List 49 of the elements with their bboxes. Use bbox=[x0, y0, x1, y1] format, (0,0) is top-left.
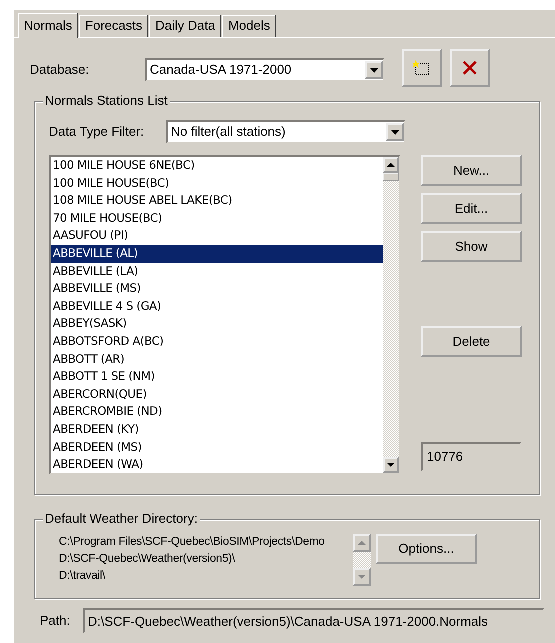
list-item[interactable]: ABBEVILLE (MS) bbox=[51, 280, 383, 298]
list-item[interactable]: 70 MILE HOUSE(BC) bbox=[51, 210, 383, 228]
list-item[interactable]: 100 MILE HOUSE(BC) bbox=[51, 174, 383, 192]
filter-dropdown[interactable]: No filter(all stations) bbox=[166, 120, 406, 144]
action-button[interactable]: Show bbox=[421, 231, 522, 262]
list-item[interactable]: ABERCORN(QUE) bbox=[51, 386, 383, 404]
list-item[interactable]: AASUFOU (PI) bbox=[51, 227, 383, 245]
directory-path[interactable]: D:\SCF-Quebec\Weather(version5)\ bbox=[49, 551, 236, 568]
list-item[interactable]: ABERCROMBIE (ND) bbox=[51, 403, 383, 421]
list-item[interactable]: ABERDEEN (KY) bbox=[51, 420, 383, 438]
new-database-button[interactable] bbox=[402, 49, 442, 87]
list-item[interactable]: ABBEVILLE (AL) bbox=[51, 244, 383, 263]
list-item[interactable]: ABBEY(SASK) bbox=[51, 315, 383, 333]
tab[interactable]: Normals bbox=[18, 13, 78, 38]
delete-database-button[interactable] bbox=[450, 49, 490, 87]
action-button[interactable]: Delete bbox=[421, 326, 522, 357]
path-field: D:\SCF-Quebec\Weather(version5)\Canada-USA 1971-2000.Normals bbox=[83, 608, 545, 634]
count-field: 10776 bbox=[421, 442, 522, 472]
list-item[interactable]: ABBOTT 1 SE (NM) bbox=[51, 368, 383, 386]
group-title: Default Weather Directory: bbox=[43, 511, 200, 527]
filter-label: Data Type Filter: bbox=[49, 123, 146, 142]
tab[interactable]: Forecasts bbox=[79, 15, 148, 37]
close-icon bbox=[462, 60, 478, 76]
directory-path[interactable]: C:\Program Files\SCF-Quebec\BioSIM\Projects\Demo bbox=[49, 534, 325, 551]
caret-icon bbox=[386, 123, 404, 141]
directory-path[interactable]: D:\travail\ bbox=[49, 568, 106, 585]
database-dropdown[interactable]: Canada-USA 1971-2000 bbox=[145, 58, 385, 82]
scroll-down-icon[interactable] bbox=[383, 457, 399, 473]
caret-icon bbox=[365, 61, 383, 79]
stations-list[interactable] bbox=[49, 155, 401, 475]
action-button[interactable]: New... bbox=[421, 155, 522, 186]
list-item[interactable]: ABBOTT (AR) bbox=[51, 350, 383, 368]
new-folder-icon bbox=[413, 60, 431, 76]
options-button[interactable]: Options... bbox=[376, 534, 477, 564]
list-item[interactable]: ABERDEEN (MS) bbox=[51, 438, 383, 456]
scroll-up-icon[interactable] bbox=[383, 157, 399, 173]
list-item[interactable]: 100 MILE HOUSE 6NE(BC) bbox=[51, 157, 383, 175]
list-item[interactable]: ABBOTSFORD A(BC) bbox=[51, 332, 383, 351]
list-item[interactable]: ABBEVILLE (LA) bbox=[51, 262, 383, 280]
database-label: Database: bbox=[30, 61, 90, 80]
tab[interactable]: Models bbox=[222, 15, 276, 37]
list-item[interactable]: 108 MILE HOUSE ABEL LAKE(BC) bbox=[51, 192, 383, 210]
scrollbar-thumb[interactable] bbox=[383, 173, 399, 181]
action-button[interactable]: Edit... bbox=[421, 193, 522, 224]
list-item[interactable]: ABERDEEN (WA) bbox=[51, 456, 383, 473]
list-item[interactable]: ABBEVILLE 4 S (GA) bbox=[51, 298, 383, 316]
scrollbar-track[interactable] bbox=[353, 552, 371, 568]
path-label: Path: bbox=[40, 612, 72, 630]
tab[interactable]: Daily Data bbox=[149, 15, 222, 37]
